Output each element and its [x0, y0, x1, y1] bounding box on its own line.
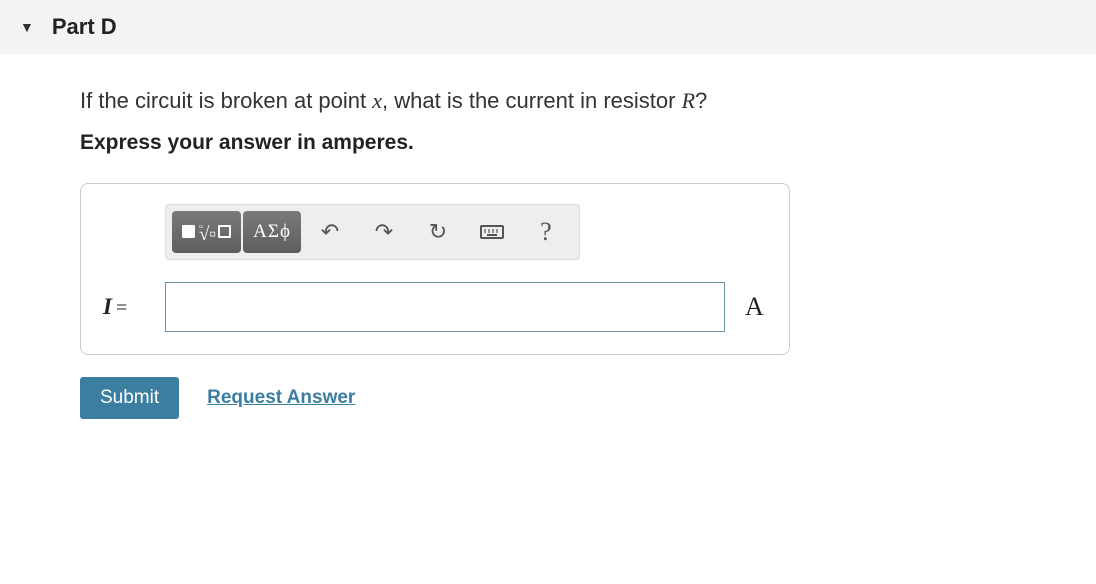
q-prefix: If the circuit is broken at point [80, 88, 372, 113]
answer-input[interactable] [165, 282, 725, 332]
keyboard-icon [480, 225, 504, 239]
help-button[interactable]: ? [519, 211, 573, 253]
question-text: If the circuit is broken at point x, wha… [80, 86, 1016, 117]
greek-label: ΑΣϕ [253, 221, 291, 243]
redo-icon: ↷ [375, 219, 393, 245]
part-title: Part D [52, 14, 117, 40]
q-var-R: R [682, 88, 695, 113]
reset-button[interactable]: ↻ [411, 211, 465, 253]
undo-button[interactable]: ↶ [303, 211, 357, 253]
equals-sign: = [116, 297, 127, 320]
redo-button[interactable]: ↷ [357, 211, 411, 253]
q-var-x: x [372, 88, 382, 113]
help-icon: ? [540, 217, 552, 247]
reset-icon: ↻ [429, 219, 447, 245]
radical-icon: √▫ [199, 230, 216, 240]
template-picker-button[interactable]: ▫ √▫ [172, 211, 241, 253]
q-suffix: ? [695, 88, 707, 113]
undo-icon: ↶ [321, 219, 339, 245]
variable-label: I = [103, 294, 151, 320]
action-row: Submit Request Answer [80, 377, 1016, 419]
answer-input-row: I = A [103, 282, 767, 332]
square-icon [182, 225, 195, 238]
request-answer-link[interactable]: Request Answer [207, 387, 355, 409]
q-mid: , what is the current in resistor [382, 88, 682, 113]
part-header[interactable]: ▼ Part D [0, 0, 1096, 54]
answer-panel: ▫ √▫ ΑΣϕ ↶ ↷ ↻ ? [80, 183, 790, 355]
box-outline-icon [218, 225, 231, 238]
greek-symbols-button[interactable]: ΑΣϕ [243, 211, 301, 253]
submit-button[interactable]: Submit [80, 377, 179, 419]
var-I: I [103, 294, 112, 320]
instruction-text: Express your answer in amperes. [80, 131, 1016, 155]
unit-label: A [745, 292, 764, 322]
formula-toolbar: ▫ √▫ ΑΣϕ ↶ ↷ ↻ ? [165, 204, 580, 260]
content-area: If the circuit is broken at point x, wha… [0, 54, 1096, 449]
caret-down-icon: ▼ [20, 19, 34, 35]
keyboard-button[interactable] [465, 211, 519, 253]
